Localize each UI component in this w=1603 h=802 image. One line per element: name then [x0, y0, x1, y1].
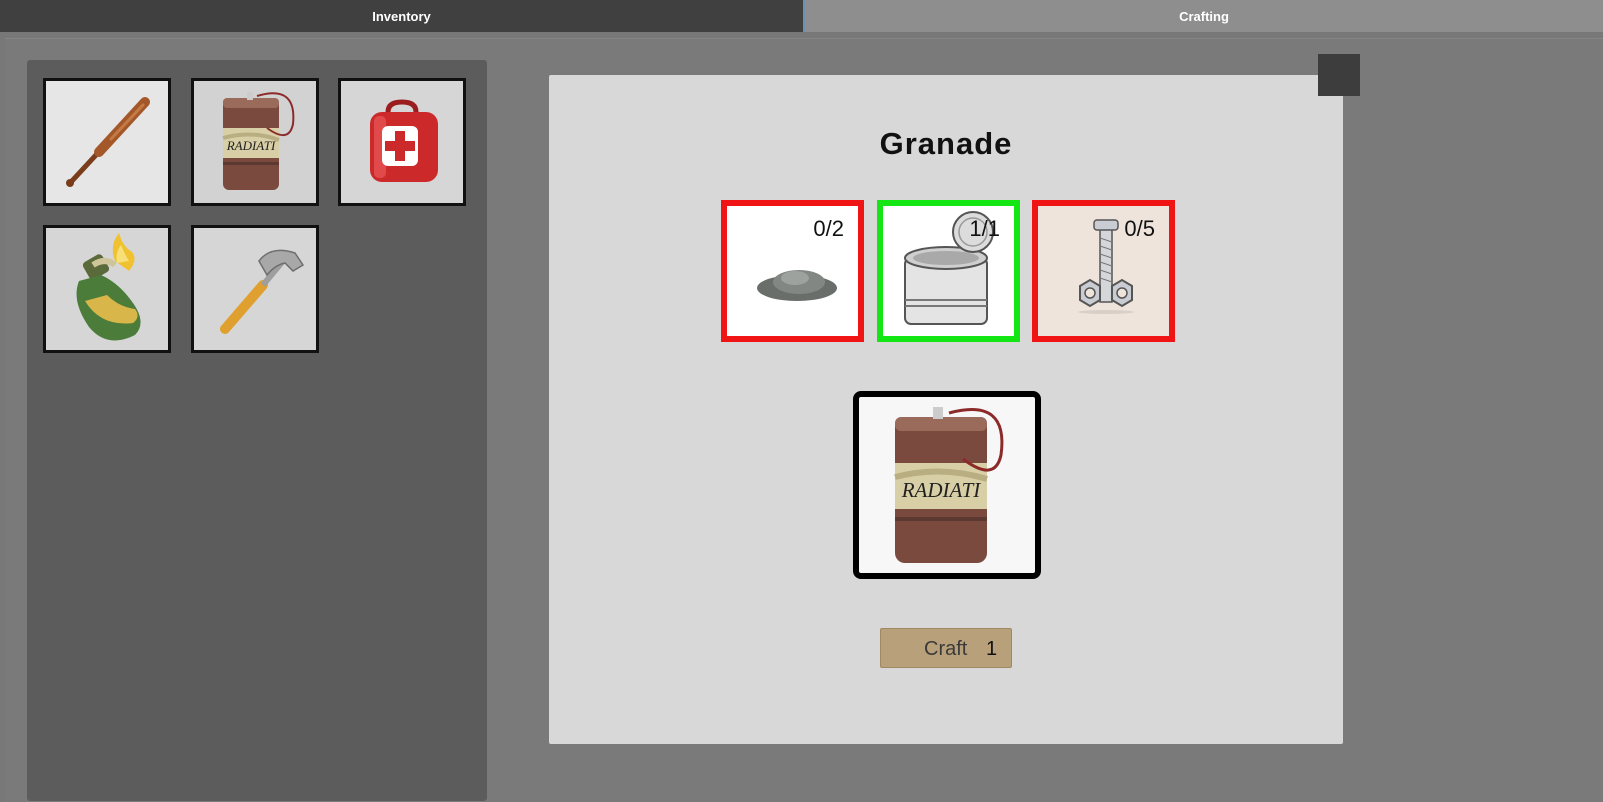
radiation-barrel-grenade-icon: RADIATI — [894, 407, 1004, 563]
recipe-title: Granade — [879, 126, 1013, 161]
svg-text:RADIATI: RADIATI — [901, 478, 982, 502]
inventory-slot-baseball-bat[interactable] — [43, 78, 171, 206]
radiation-barrel-grenade-icon: RADIATI — [222, 92, 295, 190]
hammer-icon — [220, 249, 305, 334]
ingredient-count: 1/1 — [969, 216, 1000, 241]
craft-button[interactable]: Craft 1 — [880, 628, 1012, 668]
craft-result-slot[interactable]: RADIATI — [853, 391, 1041, 579]
ingredient-count: 0/5 — [1124, 216, 1155, 241]
inventory-slot-first-aid-kit[interactable] — [338, 78, 466, 206]
ingredient-slot-tin-can[interactable]: 1/1 — [877, 200, 1020, 342]
ingredient-slot-gunpowder[interactable]: 0/2 — [721, 200, 864, 342]
tab-crafting[interactable]: Crafting — [803, 0, 1603, 32]
inventory-slot-molotov[interactable] — [43, 225, 171, 353]
inventory-slot-hammer[interactable] — [191, 225, 319, 353]
ingredient-count: 0/2 — [813, 216, 844, 241]
inventory-slot-radiation-grenade[interactable]: RADIATI — [191, 78, 319, 206]
tab-inventory[interactable]: Inventory — [0, 0, 803, 32]
craft-quantity: 1 — [986, 638, 998, 660]
baseball-bat-icon — [66, 97, 150, 187]
ingredient-slot-bolts[interactable]: 0/5 — [1032, 200, 1175, 342]
close-button[interactable] — [1318, 54, 1360, 96]
first-aid-kit-icon — [370, 99, 438, 182]
molotov-cocktail-icon — [76, 233, 141, 341]
tab-bar: Inventory Crafting — [0, 0, 1603, 32]
craft-button-label: Craft — [924, 638, 968, 660]
svg-text:RADIATI: RADIATI — [226, 138, 276, 153]
